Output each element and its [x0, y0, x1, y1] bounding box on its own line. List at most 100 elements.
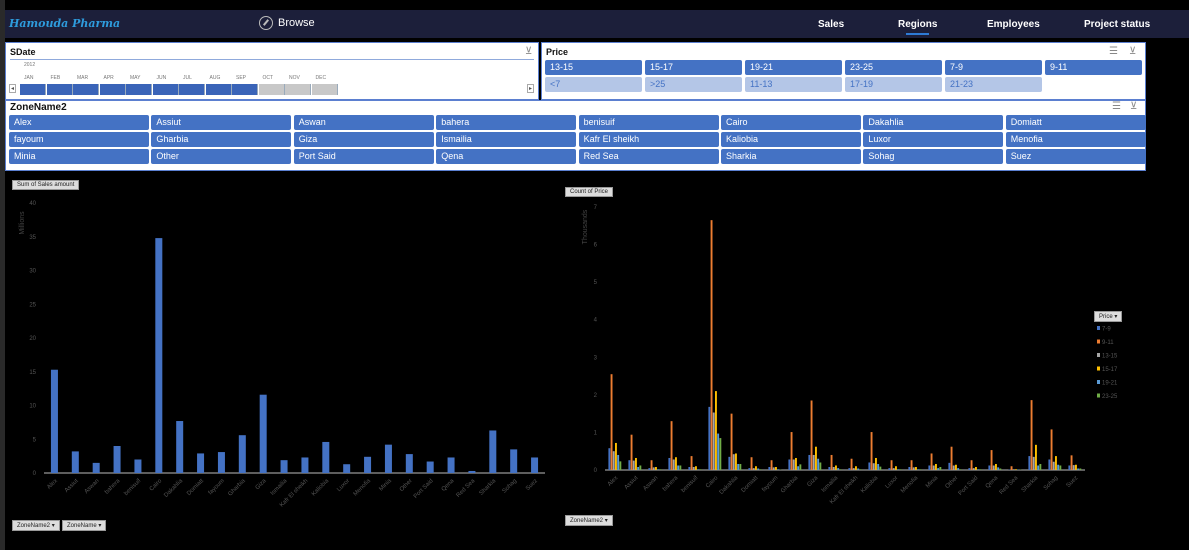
scroll-left-button[interactable]: ◂ — [9, 84, 16, 93]
browse-button[interactable]: Browse — [259, 16, 315, 30]
x-tick-label: Cairo — [149, 478, 164, 493]
month-label: APR — [103, 75, 114, 81]
zone-tile[interactable]: Ismailia — [436, 132, 577, 147]
zone-tile[interactable]: Menofia — [1005, 132, 1146, 147]
price-tile[interactable]: 21-23 — [945, 77, 1042, 92]
nav-project-status[interactable]: Project status — [1084, 19, 1150, 30]
bar — [71, 451, 79, 473]
nav-employees[interactable]: Employees — [987, 19, 1040, 30]
bar-9-11 — [630, 434, 633, 470]
legend-label: 23-25 — [1102, 394, 1118, 400]
zone-tile[interactable]: Gharbia — [151, 132, 292, 147]
zone-tile[interactable]: Luxor — [863, 132, 1004, 147]
bar — [426, 461, 434, 473]
y-tick-label: 1 — [594, 430, 598, 436]
zone-tile[interactable]: Assiut — [151, 115, 292, 130]
sdate-timeline-slicer[interactable]: SDate ⊻ 2012 JAN FEB MAR APR MAY JUN JUL AUG SEP… — [5, 42, 539, 100]
x-tick-label: Kaliobia — [860, 475, 880, 495]
zone-tile[interactable]: Alex — [9, 115, 149, 130]
month-cell[interactable] — [126, 84, 152, 95]
x-tick-label: Domiatt — [741, 475, 760, 494]
clear-filter-icon[interactable]: ⊻ — [1129, 46, 1136, 57]
month-cell[interactable] — [73, 84, 99, 95]
price-tile[interactable]: <7 — [545, 77, 642, 92]
multi-select-icon[interactable]: ☰ — [1112, 101, 1121, 112]
zone-tile[interactable]: fayoum — [9, 132, 149, 147]
month-cell[interactable] — [46, 84, 73, 95]
bar-7-9 — [728, 456, 731, 470]
zone-tile[interactable]: Domiatt — [1005, 115, 1146, 130]
price-tile[interactable]: 15-17 — [645, 60, 742, 75]
bar-19-21 — [1037, 465, 1040, 470]
zone-tile[interactable]: bahera — [436, 115, 577, 130]
x-tick-label: Gharbia — [780, 475, 800, 495]
price-tile[interactable]: 9-11 — [1045, 60, 1142, 75]
month-cell[interactable] — [285, 84, 311, 95]
price-tile[interactable]: 13-15 — [545, 60, 642, 75]
zone-tile[interactable]: Red Sea — [578, 149, 719, 164]
zone-tile[interactable]: Suez — [1005, 149, 1146, 164]
bar-13-15 — [1012, 469, 1015, 470]
x-tick-label: Luxor — [336, 478, 351, 493]
x-tick-label: Sharkia — [1021, 475, 1040, 494]
zone-tile[interactable]: Other — [151, 149, 292, 164]
zone-tile[interactable]: Port Said — [293, 149, 434, 164]
legend-label: 7-9 — [1102, 327, 1111, 333]
bar — [405, 454, 413, 473]
month-label: FEB — [50, 75, 61, 81]
filter-zonename[interactable]: ZoneName ▾ — [62, 520, 107, 531]
price-tile[interactable]: 11-13 — [745, 77, 842, 92]
zone-tile[interactable]: Sharkia — [721, 149, 861, 164]
clear-filter-icon[interactable]: ⊻ — [525, 46, 532, 57]
scroll-right-button[interactable]: ▸ — [527, 84, 534, 93]
month-cell[interactable] — [311, 84, 338, 95]
bar-13-15 — [852, 468, 855, 470]
month-label: JUN — [156, 75, 167, 81]
price-tile[interactable]: 17-19 — [845, 77, 942, 92]
y-axis-label: Thousands — [582, 209, 589, 244]
bar-9-11 — [830, 454, 833, 470]
price-tile[interactable]: 23-25 — [845, 60, 942, 75]
nav-regions[interactable]: Regions — [898, 19, 937, 35]
bar — [384, 444, 392, 473]
y-tick-label: 25 — [29, 302, 36, 308]
bar-7-9 — [988, 465, 991, 470]
nav-sales[interactable]: Sales — [818, 19, 844, 30]
price-tile[interactable]: >25 — [645, 77, 742, 92]
zone-tile[interactable]: Cairo — [721, 115, 861, 130]
zone-tile[interactable]: Kafr El sheikh — [578, 132, 719, 147]
price-tile[interactable]: 7-9 — [945, 60, 1042, 75]
zone-tile[interactable]: benisuif — [578, 115, 719, 130]
y-tick-label: 0 — [594, 468, 598, 474]
bar-7-9 — [928, 465, 931, 470]
month-label: MAY — [130, 75, 141, 81]
legend-swatch — [1097, 339, 1100, 344]
x-tick-label: Red Sea — [999, 475, 1020, 496]
bar — [510, 449, 518, 473]
zone-tile[interactable]: Qena — [436, 149, 577, 164]
month-cell[interactable] — [232, 84, 258, 95]
bar-15-17 — [795, 457, 797, 470]
y-tick-label: 30 — [29, 269, 36, 275]
month-cell[interactable] — [179, 84, 205, 95]
bar — [176, 421, 184, 473]
price-tile[interactable]: 19-21 — [745, 60, 842, 75]
bar-7-9 — [908, 466, 911, 470]
month-cell[interactable] — [99, 84, 126, 95]
bar-19-21 — [757, 468, 760, 470]
multi-select-icon[interactable]: ☰ — [1109, 46, 1118, 57]
x-tick-label: bahera — [662, 475, 680, 493]
zone-tile[interactable]: Sohag — [863, 149, 1004, 164]
month-cell[interactable] — [20, 84, 46, 95]
zone-tile[interactable]: Giza — [293, 132, 434, 147]
x-tick-label: Ismailia — [270, 478, 289, 497]
filter-zonename2[interactable]: ZoneName2 ▾ — [12, 520, 60, 531]
clear-filter-icon[interactable]: ⊻ — [1130, 101, 1137, 112]
zone-tile[interactable]: Kaliobia — [721, 132, 861, 147]
zone-tile[interactable]: Minia — [9, 149, 149, 164]
zone-tile[interactable]: Aswan — [293, 115, 434, 130]
month-cell[interactable] — [205, 84, 232, 95]
month-cell[interactable] — [258, 84, 285, 95]
zone-tile[interactable]: Dakahlia — [863, 115, 1004, 130]
month-cell[interactable] — [152, 84, 179, 95]
